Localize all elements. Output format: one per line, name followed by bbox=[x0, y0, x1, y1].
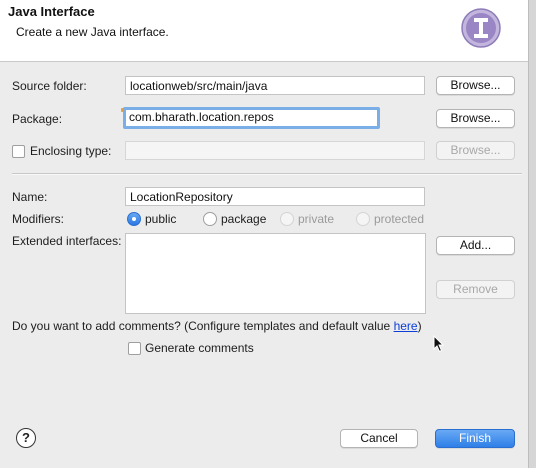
package-input[interactable]: com.bharath.location.repos bbox=[123, 107, 380, 129]
dialog-title: Java Interface bbox=[8, 4, 95, 19]
modifiers-label: Modifiers: bbox=[12, 212, 65, 226]
separator bbox=[12, 173, 522, 175]
generate-comments-checkbox[interactable] bbox=[128, 342, 141, 355]
window-edge bbox=[528, 0, 536, 468]
name-label: Name: bbox=[12, 190, 48, 204]
source-folder-label: Source folder: bbox=[12, 79, 87, 93]
help-button[interactable]: ? bbox=[16, 428, 36, 448]
enclosing-type-input bbox=[125, 141, 425, 160]
enclosing-type-browse-button: Browse... bbox=[436, 141, 515, 160]
name-input[interactable]: LocationRepository bbox=[125, 187, 425, 206]
modifier-protected-label: protected bbox=[374, 212, 425, 226]
comments-question-end: ) bbox=[417, 319, 422, 333]
extended-interfaces-label: Extended interfaces: bbox=[12, 234, 122, 248]
modifier-package-radio[interactable] bbox=[203, 212, 217, 226]
configure-templates-link[interactable]: here bbox=[394, 319, 418, 333]
modifier-protected-radio bbox=[356, 212, 370, 226]
modifier-private-label: private bbox=[298, 212, 335, 226]
modifier-package-label: package bbox=[221, 212, 267, 226]
generate-comments-label: Generate comments bbox=[145, 341, 254, 355]
remove-interface-button: Remove bbox=[436, 280, 515, 299]
extended-interfaces-list[interactable] bbox=[125, 233, 426, 314]
comments-question: Do you want to add comments? (Configure … bbox=[12, 319, 422, 333]
enclosing-type-label: Enclosing type: bbox=[30, 144, 112, 158]
finish-button[interactable]: Finish bbox=[435, 429, 515, 448]
dialog-subtitle: Create a new Java interface. bbox=[16, 25, 169, 39]
mouse-cursor-icon bbox=[433, 335, 445, 353]
enclosing-type-checkbox[interactable] bbox=[12, 145, 25, 158]
interface-icon bbox=[461, 8, 501, 48]
cancel-button[interactable]: Cancel bbox=[340, 429, 418, 448]
add-interface-button[interactable]: Add... bbox=[436, 236, 515, 255]
modifier-public-label: public bbox=[145, 212, 177, 226]
modifier-private-radio bbox=[280, 212, 294, 226]
comments-question-text: Do you want to add comments? (Configure … bbox=[12, 319, 394, 333]
dialog-header: Java Interface Create a new Java interfa… bbox=[0, 0, 536, 62]
source-folder-input[interactable]: locationweb/src/main/java bbox=[125, 76, 425, 95]
source-folder-browse-button[interactable]: Browse... bbox=[436, 76, 515, 95]
package-label: Package: bbox=[12, 112, 63, 126]
modifier-public-radio[interactable] bbox=[127, 212, 141, 226]
package-browse-button[interactable]: Browse... bbox=[436, 109, 515, 128]
